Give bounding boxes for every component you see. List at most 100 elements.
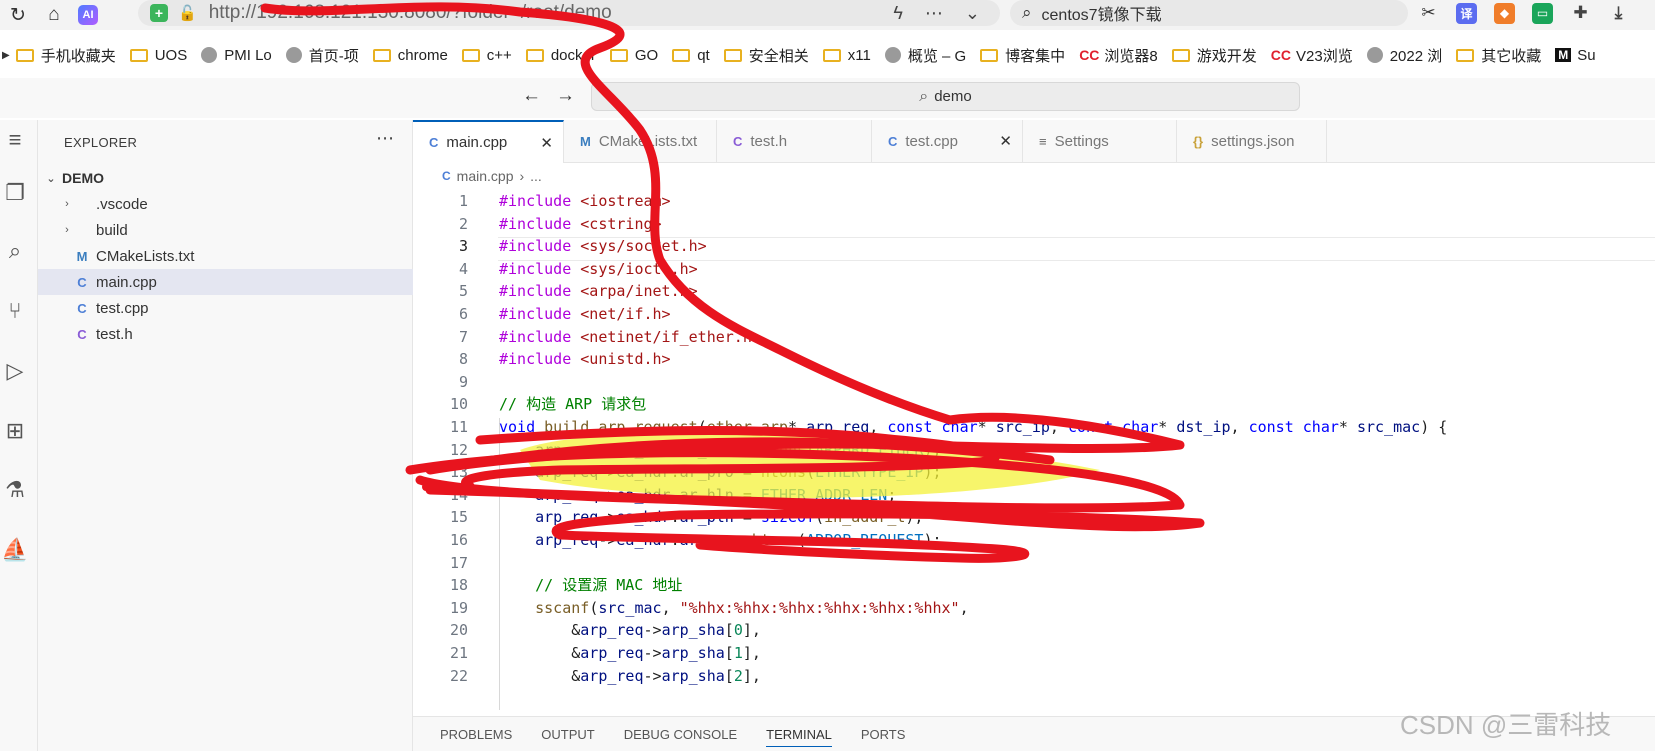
breadcrumb-separator-icon: › — [519, 168, 525, 184]
bookmark-item[interactable]: 游戏开发 — [1171, 45, 1257, 66]
run-debug-icon[interactable]: ▷ — [0, 356, 30, 386]
panel-tab-ports[interactable]: PORTS — [861, 727, 906, 742]
code-line[interactable]: #include <iostream> — [499, 190, 671, 214]
tab-test-cpp[interactable]: Ctest.cpp ✕ — [872, 120, 1023, 163]
home-icon[interactable]: ⌂ — [36, 0, 72, 30]
bookmark-item[interactable]: 博客集中 — [980, 45, 1065, 66]
code-line[interactable]: arp_req->ea_hdr.ar_hln = ETHER_ADDR_LEN; — [499, 484, 896, 508]
testing-flask-icon[interactable]: ⚗ — [0, 475, 30, 505]
workspace-folder[interactable]: ⌄ DEMO — [38, 165, 413, 191]
editor-tab-bar: Cmain.cpp ✕ M CMakeLists.txt Ctest.h Ctest.cp… — [413, 120, 1655, 163]
breadcrumb-symbol[interactable]: ... — [530, 168, 542, 184]
search-icon[interactable]: ⌕ — [0, 236, 30, 266]
code-line[interactable]: arp_req->ea_hdr.ar_op = htons(ARPOP_REQU… — [499, 529, 941, 553]
panel-tab-problems[interactable]: PROBLEMS — [440, 727, 512, 742]
forward-arrow-icon[interactable]: → — [556, 85, 575, 107]
puzzle-icon[interactable]: ✚ — [1570, 3, 1591, 24]
address-bar[interactable]: + 🔓 http://192.168.121.130:8080/?folder=… — [138, 0, 1000, 26]
code-line[interactable]: &arp_req->arp_sha[1], — [499, 642, 761, 666]
activity-bar: ≡ ❐ ⌕ ⑂ ▷ ⊞ ⚗ ⛵ — [0, 120, 38, 751]
security-shield-icon[interactable]: + — [150, 4, 168, 22]
tab-cmakelists-txt[interactable]: M CMakeLists.txt — [564, 120, 717, 163]
bookmark-item[interactable]: qt — [672, 47, 710, 64]
bookmark-item[interactable]: M Su — [1555, 47, 1596, 64]
code-line[interactable]: #include <sys/ioctl.h> — [499, 258, 698, 282]
bookmark-item[interactable]: 2022 浏 — [1366, 45, 1442, 66]
code-line[interactable]: &arp_req->arp_sha[0], — [499, 619, 761, 643]
tree-item-main-cpp[interactable]: Cmain.cpp — [38, 269, 413, 295]
bookmark-item[interactable]: UOS — [129, 47, 187, 64]
bookmark-item[interactable]: 概览 – G — [884, 45, 966, 66]
bookmark-item[interactable]: 其它收藏 — [1456, 45, 1541, 66]
remote-icon[interactable]: ⛵ — [0, 535, 30, 565]
code-line[interactable]: arp_req->ea_hdr.ar_pro = htons(ETHERTYPE… — [499, 461, 941, 485]
bookmark-item[interactable]: c++ — [461, 47, 512, 64]
more-actions-icon[interactable]: ⋯ — [376, 128, 394, 149]
line-number: 12 — [449, 440, 468, 459]
vscode-title-bar: ← → ⌕ demo — [0, 78, 1655, 118]
menu-icon[interactable]: ≡ — [0, 125, 30, 155]
translate-icon[interactable]: 译 — [1456, 2, 1477, 24]
bookmark-item[interactable]: CC V23浏览 — [1271, 45, 1353, 66]
bookmark-item[interactable]: 首页-项 — [285, 45, 359, 66]
back-arrow-icon[interactable]: ← — [522, 85, 541, 107]
extensions-icon[interactable]: ⊞ — [0, 416, 30, 446]
book-icon[interactable]: ▭ — [1532, 2, 1553, 24]
bookmarks-arrow-icon[interactable]: ▶ — [2, 50, 10, 61]
code-line[interactable]: #include <sys/socket.h> — [499, 235, 707, 259]
explorer-files-icon[interactable]: ❐ — [0, 178, 30, 208]
speed-up-icon[interactable]: ϟ — [893, 3, 903, 24]
code-line[interactable]: #include <netinet/if_ether.h> — [499, 326, 761, 350]
scissors-icon[interactable]: ✂ — [1418, 3, 1439, 24]
bookmark-item[interactable]: CC 浏览器8 — [1079, 45, 1158, 66]
game-icon[interactable]: ◆ — [1494, 2, 1515, 24]
bookmark-item[interactable]: docker — [525, 47, 596, 64]
code-line[interactable]: #include <arpa/inet.h> — [499, 280, 698, 304]
tree-item-test-h[interactable]: Ctest.h — [38, 321, 413, 347]
tree-item-build[interactable]: › build — [38, 217, 413, 243]
bookmark-item[interactable]: x11 — [822, 47, 871, 64]
bookmark-item[interactable]: chrome — [372, 47, 448, 64]
code-line[interactable]: arp_req->ea_hdr.ar_pln = sizeof(in_addr_… — [499, 506, 923, 530]
bookmark-item[interactable]: PMI Lo — [201, 47, 272, 64]
download-icon[interactable]: ⤓ — [1608, 3, 1629, 24]
code-line[interactable]: arp_req->ea_hdr.ar_hrd = htons(ARPHRD_ET… — [499, 439, 941, 463]
browser-search-box[interactable]: ⌕ centos7镜像下载 — [1010, 0, 1408, 26]
breadcrumb-file[interactable]: main.cpp — [457, 168, 514, 184]
tab-main-cpp[interactable]: Cmain.cpp ✕ — [413, 120, 564, 163]
bookmark-item[interactable]: GO — [609, 47, 658, 64]
url-text[interactable]: http://192.168.121.130:8080/?folder=/roo… — [209, 2, 612, 24]
code-line[interactable]: // 设置源 MAC 地址 — [499, 574, 682, 598]
refresh-icon[interactable]: ↻ — [0, 0, 36, 30]
tab-test-h[interactable]: Ctest.h — [717, 120, 872, 163]
panel-tab-debug-console[interactable]: DEBUG CONSOLE — [624, 727, 737, 742]
source-control-icon[interactable]: ⑂ — [0, 296, 30, 326]
code-editor[interactable]: 1 #include <iostream> 2 #include <cstring> 3… — [413, 190, 1655, 710]
tree-item-cmakelists-txt[interactable]: M CMakeLists.txt — [38, 243, 413, 269]
code-line[interactable]: #include <cstring> — [499, 213, 662, 237]
tree-item--vscode[interactable]: › .vscode — [38, 191, 413, 217]
command-center[interactable]: ⌕ demo — [591, 82, 1300, 111]
folder-icon — [461, 48, 480, 62]
ai-assistant-icon[interactable]: AI — [78, 5, 98, 25]
chevron-down-icon[interactable]: ⌄ — [965, 3, 980, 24]
code-line[interactable]: sscanf(src_mac, "%hhx:%hhx:%hhx:%hhx:%hh… — [499, 597, 969, 621]
code-line[interactable]: &arp_req->arp_sha[2], — [499, 665, 761, 689]
panel-tab-terminal[interactable]: TERMINAL — [766, 727, 832, 747]
tab-settings-json[interactable]: {} settings.json — [1177, 120, 1327, 163]
tree-item-test-cpp[interactable]: Ctest.cpp — [38, 295, 413, 321]
tab-settings[interactable]: ≡ Settings — [1023, 120, 1177, 163]
bookmark-item[interactable]: 安全相关 — [723, 45, 809, 66]
not-secure-lock-icon[interactable]: 🔓 — [178, 4, 197, 22]
search-query[interactable]: centos7镜像下载 — [1042, 1, 1162, 25]
code-line[interactable]: // 构造 ARP 请求包 — [499, 393, 646, 417]
code-line[interactable]: #include <net/if.h> — [499, 303, 671, 327]
close-icon[interactable]: ✕ — [540, 134, 553, 152]
bookmark-item[interactable]: 手机收藏夹 — [15, 45, 116, 66]
tree-item-label: test.cpp — [96, 299, 149, 317]
close-icon[interactable]: ✕ — [999, 132, 1012, 150]
code-line[interactable]: void build_arp_request(ether_arp* arp_re… — [499, 416, 1447, 440]
panel-tab-output[interactable]: OUTPUT — [541, 727, 594, 742]
more-options-icon[interactable]: ⋯ — [925, 3, 943, 24]
code-line[interactable]: #include <unistd.h> — [499, 348, 671, 372]
